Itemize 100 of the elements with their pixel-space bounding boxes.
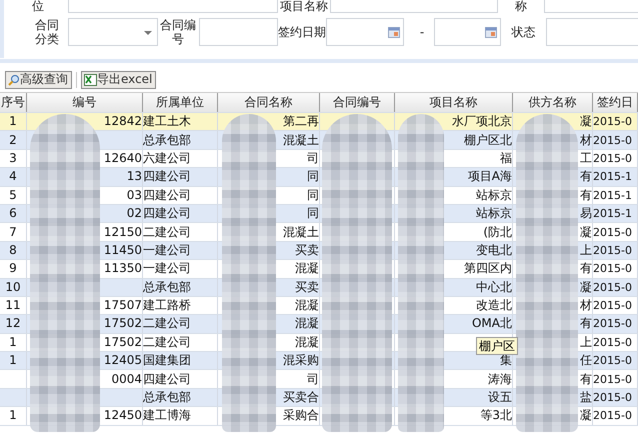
table-row[interactable]: 3 12640六建公司 司 福 工2015-0 [0,150,638,168]
table-cell: 8 [9,242,17,258]
table-cell: 建工博海 [143,408,191,424]
table-cell: 1 [9,114,17,130]
table-row[interactable]: 1 12842建工土木 第二再 水厂项北京 凝2015-0 [0,113,638,132]
table-row[interactable]: 5 03 四建公司 同 站标京 有2015-1 [0,186,638,205]
column-header[interactable]: 合同名称 [218,93,320,112]
table-row[interactable]: 11 17507建工路桥 混凝 改造北 材2015-0 [0,296,638,316]
table-cell: 同 [307,169,319,184]
table-cell: 2015-0 [593,114,632,130]
table-cell: 二建公司 [143,316,191,332]
table-cell: 上 [580,334,592,350]
table-row[interactable]: 8 11450一建公司 买卖 变电北 上2015-0 [0,242,638,260]
table-row[interactable]: 1 12405 国建集团 混采购 集 任2015-0 [0,352,638,370]
table-cell: 17507 [104,298,142,314]
table-cell: 1 [9,353,17,368]
column-header[interactable]: 所属单位 [143,93,218,112]
table-cell: 设五 [488,390,512,406]
table-cell: 9 [9,261,17,276]
export-button[interactable]: 导出excel [81,70,156,88]
table-row[interactable]: 1 12450建工博海 采购合 等3北 凝2015-0 [0,407,638,426]
table-cell: 凝 [580,408,592,424]
table-row[interactable]: 9 11350一建公司 混凝 第四区内 有2015-0 [0,260,638,279]
table-cell: 混凝 [295,316,319,332]
table-cell: 12842 [104,114,142,130]
table-cell: 国建集团 [143,353,191,368]
table-cell: 混凝土 [283,224,319,240]
input-field[interactable] [199,18,278,46]
table-cell: 总承包部 [143,132,191,148]
table-row[interactable]: 总承包部 买卖合 设五 盐2015-0 [0,388,638,408]
table-cell: 11350 [104,261,142,276]
table-cell: 有 [580,188,592,203]
table-cell: 凝 [580,224,592,240]
column-header[interactable]: 项目名称 [395,93,513,112]
table-cell: 总承包部 [143,390,191,406]
table-cell: 2015-0 [593,242,632,258]
column-header[interactable]: 供方名称 [513,93,593,112]
table-cell: 水厂项北京 [452,114,512,130]
table-cell: 7 [9,224,17,240]
table-cell: 中心北 [476,280,512,295]
date-field[interactable] [326,18,404,46]
column-header[interactable]: 序号 [0,93,27,112]
table-cell: 2015-0 [593,298,632,314]
table-cell: 司 [307,150,319,166]
table-cell: 二建公司 [143,224,191,240]
table-cell: 2015-0 [593,261,632,276]
table-cell: 12405 [104,353,142,368]
table-cell: 03 [126,188,142,203]
date-field[interactable] [434,18,501,46]
table-row[interactable]: 0004 四建公司 司 涛海 有2015-0 [0,370,638,389]
table-cell: 凝 [580,114,592,130]
table-row[interactable]: 6 02 四建公司 同 站标京 易2015-1 [0,204,638,224]
table-cell: 上 [580,242,592,258]
table-row[interactable]: 2 总承包部 混凝土 棚户区北 材2015-0 [0,131,638,150]
field-label: 合同编号 [159,18,197,46]
table-cell: 2015-0 [593,150,632,166]
field-label: 合同分类 [34,18,60,46]
table-cell: 同 [307,188,319,203]
input-field[interactable] [68,0,278,13]
tooltip: 棚户区 [476,337,518,355]
category-dropdown[interactable] [68,18,158,46]
table-cell: 混凝 [295,334,319,350]
calendar-icon[interactable] [485,27,497,38]
table-cell: 站标京 [476,206,512,222]
table-cell: 17502 [104,334,142,350]
table-cell: 司 [307,372,319,387]
table-row[interactable]: 10 总承包部 买卖 中心北 凝2015-0 [0,278,638,297]
search-button[interactable]: 高级查询 [5,70,72,88]
table-cell: 买卖 [295,280,319,295]
spreadsheet-icon [84,74,97,86]
table-cell: 任 [580,353,592,368]
table-cell: 同 [307,206,319,222]
input-field[interactable] [330,0,498,13]
input-field[interactable] [544,0,638,13]
table-cell: 2015-0 [593,224,632,240]
table-cell: 2 [9,132,17,148]
table-cell: 5 [9,188,17,203]
field-label: 状态 [510,24,536,40]
table-cell: 1 [9,334,17,350]
table-cell: 六建公司 [143,150,191,166]
table-cell: 材 [580,298,592,314]
table-cell: 第二再 [283,114,319,130]
table-cell: 6 [9,206,17,222]
table-cell: 17502 [104,316,142,332]
column-header[interactable]: 合同编号 [320,93,395,112]
table-cell: 集 [500,353,512,368]
table-cell: 13 [126,169,142,184]
table-row[interactable]: 4 13 四建公司 同 项目A海 有2015-1 [0,168,638,187]
search-icon [8,74,20,86]
column-header[interactable]: 编号 [27,93,143,112]
table-cell: 4 [9,169,17,184]
table-cell: 四建公司 [143,188,191,203]
table-cell: (防北 [483,224,512,240]
table-cell: 2015-1 [593,169,632,184]
input-field[interactable] [546,18,638,46]
table-cell: 02 [126,206,142,222]
table-row[interactable]: 7 12150二建公司 混凝土 (防北 凝2015-0 [0,223,638,242]
column-header[interactable]: 签约日 [593,93,638,112]
calendar-icon[interactable] [388,27,400,38]
table-row[interactable]: 12 17502二建公司 混凝 OMA北 有2015-0 [0,315,638,334]
